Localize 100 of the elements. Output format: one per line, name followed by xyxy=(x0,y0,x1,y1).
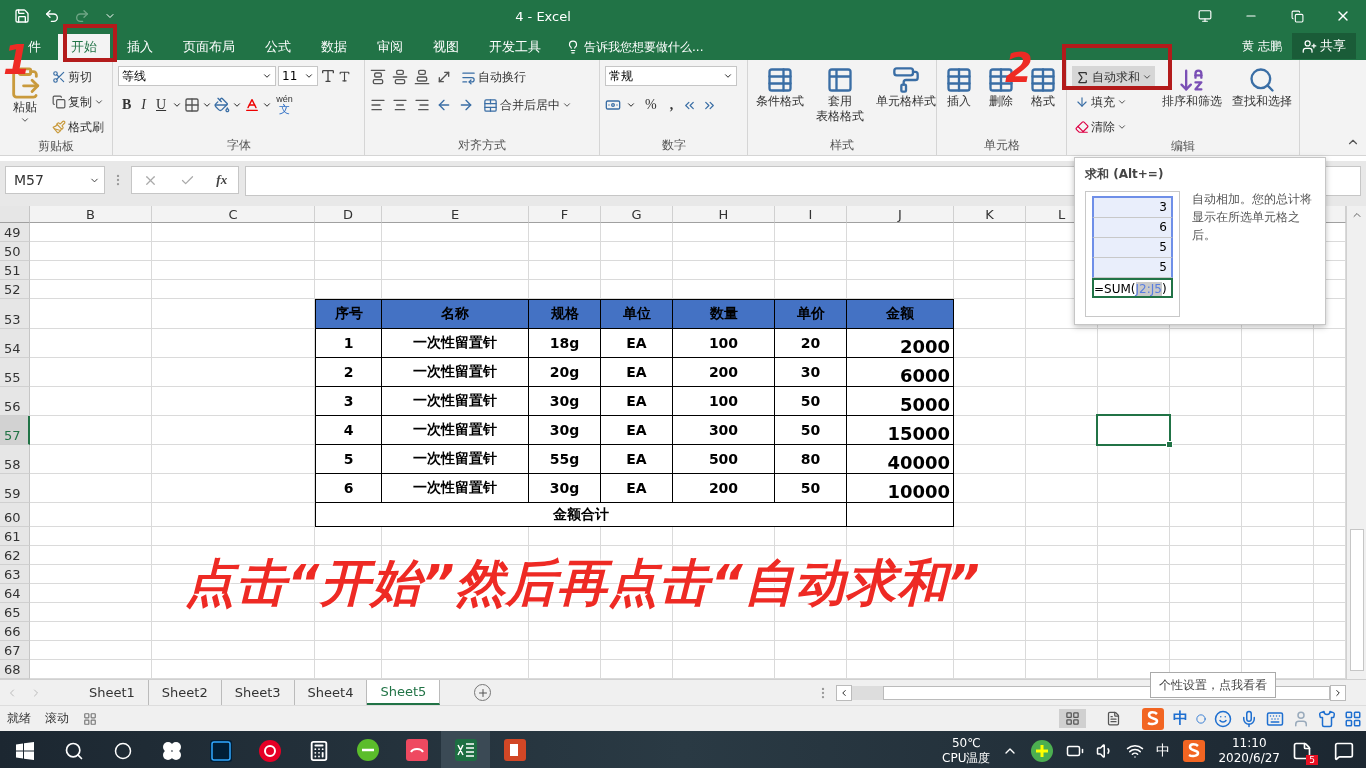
format-painter-button[interactable]: 格式刷 xyxy=(49,116,107,138)
copy-button[interactable]: 复制 xyxy=(49,91,107,113)
group-label: 剪贴板 xyxy=(37,138,75,155)
cpu-temperature[interactable]: 50℃ CPU温度 xyxy=(942,736,991,766)
column-header[interactable]: I xyxy=(775,206,847,223)
ribbon-tab[interactable]: 插入 xyxy=(114,34,166,60)
fill-button[interactable]: 填充 xyxy=(1072,91,1155,113)
ribbon-tab[interactable]: 公式 xyxy=(252,34,304,60)
row-header[interactable]: 58 xyxy=(0,445,30,474)
wrap-text-button[interactable]: 自动换行 xyxy=(458,66,529,88)
phonetic-guide-button[interactable]: wén 文 xyxy=(274,95,295,115)
group-label: 单元格 xyxy=(982,137,1021,154)
table-header-cell: 金额 xyxy=(847,299,954,329)
user-name[interactable]: 黄 志鹏 xyxy=(1242,37,1282,55)
row-header[interactable]: 57 xyxy=(0,416,30,445)
table-header-cell: 数量 xyxy=(673,299,775,329)
font-name-dropdown[interactable]: 等线 xyxy=(118,66,276,86)
underline-button[interactable]: U xyxy=(152,94,171,116)
row-header[interactable]: 65 xyxy=(0,603,30,622)
table-cell: 50 xyxy=(775,387,847,416)
table-cell: EA xyxy=(601,416,673,445)
column-header[interactable]: J xyxy=(847,206,954,223)
ribbon-tab[interactable]: 视图 xyxy=(420,34,472,60)
style-button[interactable]: 单元格样式 xyxy=(873,66,939,137)
row-header[interactable]: 68 xyxy=(0,660,30,679)
share-button[interactable]: 共享 xyxy=(1292,33,1356,59)
table-total-label: 金额合计 xyxy=(315,503,847,527)
input-mode[interactable]: 中 xyxy=(1156,742,1171,760)
column-header[interactable]: K xyxy=(954,206,1026,223)
table-cell: 300 xyxy=(673,416,775,445)
table-cell: 2 xyxy=(315,358,382,387)
row-header[interactable]: 49 xyxy=(0,223,30,242)
italic-button[interactable]: I xyxy=(137,94,150,116)
table-cell: 30g xyxy=(529,416,601,445)
row-header[interactable]: 61 xyxy=(0,527,30,546)
table-cell: 50 xyxy=(775,416,847,445)
table-cell: 100 xyxy=(673,387,775,416)
group-label: 字体 xyxy=(225,137,252,154)
comma-button[interactable]: , xyxy=(665,94,678,116)
row-header[interactable]: 54 xyxy=(0,329,30,358)
style-button[interactable]: 条件格式 xyxy=(753,66,807,137)
row-header[interactable]: 52 xyxy=(0,280,30,299)
table-cell: 20 xyxy=(775,329,847,358)
clock[interactable]: 11:10 2020/6/27 xyxy=(1218,736,1280,766)
column-header[interactable]: E xyxy=(382,206,529,223)
number-format-dropdown[interactable]: 常规 xyxy=(605,66,737,86)
table-cell: 3 xyxy=(315,387,382,416)
name-box[interactable]: M57 xyxy=(5,166,105,194)
ime-mode[interactable]: 中 xyxy=(1173,709,1188,728)
bold-button[interactable]: B xyxy=(118,94,136,116)
column-header[interactable]: H xyxy=(673,206,775,223)
row-header[interactable]: 67 xyxy=(0,641,30,660)
font-size-dropdown[interactable]: 11 xyxy=(278,66,318,86)
cut-button[interactable]: 剪切 xyxy=(49,66,107,88)
table-cell: 10000 xyxy=(847,474,954,503)
table-cell: EA xyxy=(601,445,673,474)
table-cell: 4 xyxy=(315,416,382,445)
row-header[interactable]: 55 xyxy=(0,358,30,387)
clear-button[interactable]: 清除 xyxy=(1072,116,1155,138)
table-cell: EA xyxy=(601,387,673,416)
row-header[interactable]: 66 xyxy=(0,622,30,641)
autosum-button[interactable]: 自动求和 xyxy=(1072,66,1155,88)
column-header[interactable]: C xyxy=(152,206,315,223)
column-header[interactable]: D xyxy=(315,206,382,223)
row-header[interactable]: 59 xyxy=(0,474,30,503)
row-header[interactable]: 64 xyxy=(0,584,30,603)
find-select-button[interactable]: 查找和选择 xyxy=(1229,66,1295,138)
row-header[interactable]: 60 xyxy=(0,503,30,527)
row-header[interactable]: 62 xyxy=(0,546,30,565)
column-header[interactable]: G xyxy=(601,206,673,223)
row-header[interactable]: 53 xyxy=(0,299,30,329)
style-button[interactable]: 套用 表格格式 xyxy=(813,66,867,137)
percent-button[interactable]: % xyxy=(641,94,661,116)
ribbon-tab[interactable]: 数据 xyxy=(308,34,360,60)
merge-center-button[interactable]: 合并后居中 xyxy=(480,94,575,116)
row-header[interactable]: 51 xyxy=(0,261,30,280)
table-cell: 一次性留置针 xyxy=(382,387,529,416)
sort-filter-button[interactable]: 排序和筛选 xyxy=(1159,66,1225,138)
row-header[interactable]: 63 xyxy=(0,565,30,584)
ime-popup[interactable]: 个性设置，点我看看 xyxy=(1150,672,1276,698)
ribbon-tab[interactable]: 开发工具 xyxy=(476,34,554,60)
table-header-cell: 单位 xyxy=(601,299,673,329)
table-cell: 55g xyxy=(529,445,601,474)
notification-badge: 5 xyxy=(1306,755,1318,765)
row-header[interactable]: 56 xyxy=(0,387,30,416)
sheet-tab[interactable]: Sheet5 xyxy=(367,680,441,705)
group-label: 编辑 xyxy=(1170,138,1196,155)
table-cell: 500 xyxy=(673,445,775,474)
ribbon-tab[interactable]: 页面布局 xyxy=(170,34,248,60)
table-cell: 一次性留置针 xyxy=(382,416,529,445)
tell-me-field[interactable]: 告诉我您想要做什么... xyxy=(584,38,704,56)
column-header[interactable]: B xyxy=(30,206,152,223)
row-header[interactable]: 50 xyxy=(0,242,30,261)
column-header[interactable]: F xyxy=(529,206,601,223)
table-cell: 50 xyxy=(775,474,847,503)
group-label: 数字 xyxy=(660,137,687,154)
ribbon-tab[interactable]: 审阅 xyxy=(364,34,416,60)
window-title: 4 - Excel xyxy=(514,8,572,24)
insert-function-button[interactable]: fx xyxy=(216,172,228,188)
cells-button[interactable]: 插入 xyxy=(942,66,976,137)
